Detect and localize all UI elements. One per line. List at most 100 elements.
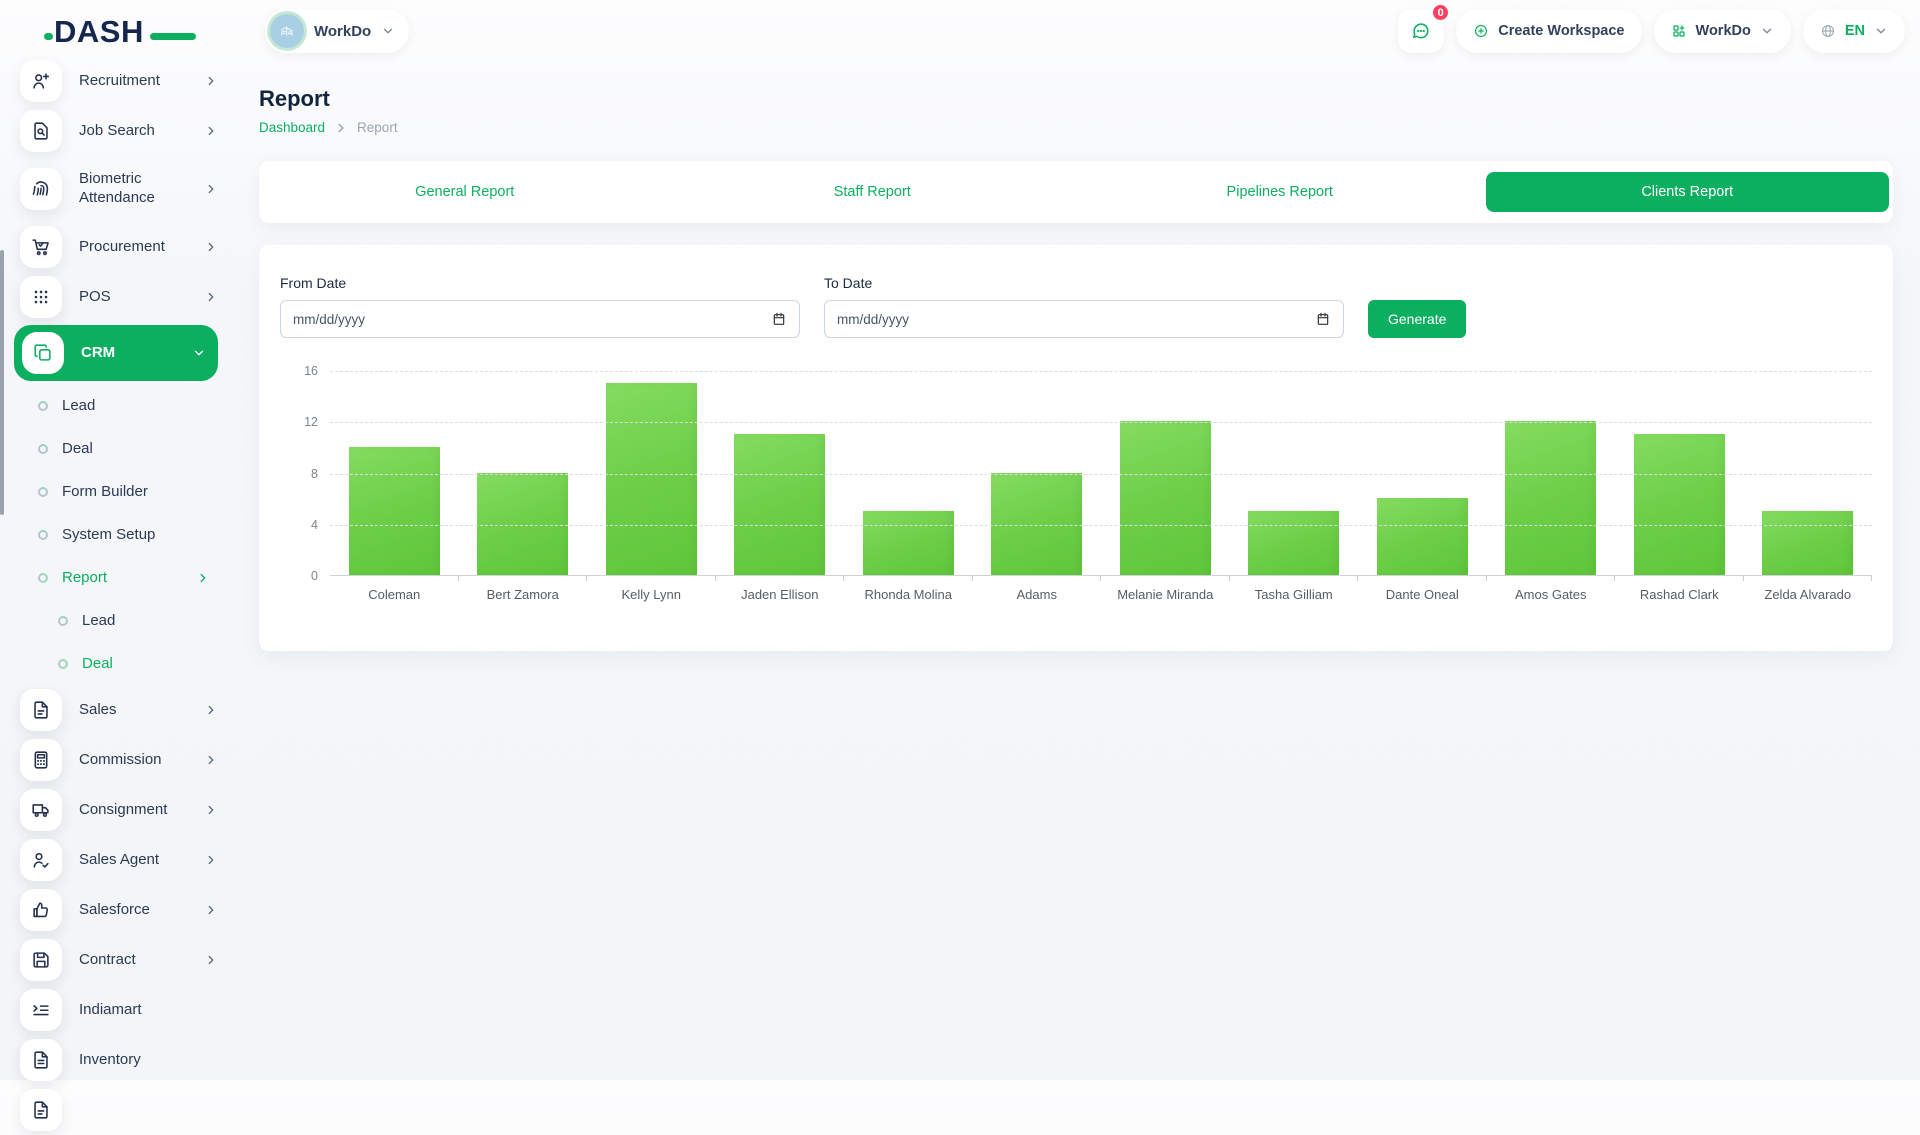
apps-menu-button[interactable]: WorkDo: [1654, 9, 1791, 53]
calendar-icon[interactable]: [1315, 311, 1331, 327]
chevron-right-icon: [196, 571, 210, 585]
sidebar-item-label: Biometric Attendance: [79, 170, 187, 208]
bar-kelly-lynn[interactable]: [606, 383, 697, 575]
sidebar-item-indiamart[interactable]: Indiamart: [0, 985, 232, 1035]
bullet-icon: [38, 573, 48, 583]
bar-rashad-clark[interactable]: [1634, 434, 1725, 575]
to-date-placeholder: mm/dd/yyyy: [837, 312, 909, 327]
from-date-input[interactable]: mm/dd/yyyy: [280, 300, 800, 338]
chevron-down-icon: [1760, 24, 1774, 38]
create-workspace-button[interactable]: Create Workspace: [1456, 9, 1641, 53]
bar-amos-gates[interactable]: [1505, 421, 1596, 575]
inventory-icon: [20, 1039, 62, 1081]
sidebar-item-procurement[interactable]: Procurement: [0, 222, 232, 272]
sidebar-item-salesforce[interactable]: Salesforce: [0, 885, 232, 935]
salesforce-icon: [20, 889, 62, 931]
sidebar-item-partial[interactable]: [0, 1085, 232, 1135]
breadcrumb-current: Report: [357, 120, 398, 135]
chevron-right-icon: [204, 74, 218, 88]
sidebar-item-sales[interactable]: Sales: [0, 685, 232, 735]
bullet-icon: [38, 444, 48, 454]
bullet-icon: [58, 659, 68, 669]
bar-tasha-gilliam[interactable]: [1248, 511, 1339, 575]
to-date-input[interactable]: mm/dd/yyyy: [824, 300, 1344, 338]
bar-melanie-miranda[interactable]: [1120, 421, 1211, 575]
breadcrumb-dashboard-link[interactable]: Dashboard: [259, 120, 325, 135]
sidebar-subitem-system-setup[interactable]: System Setup: [0, 513, 232, 556]
tab-staff-report[interactable]: Staff Report: [671, 172, 1075, 212]
bar-dante-oneal[interactable]: [1377, 498, 1468, 575]
sidebar-item-pos[interactable]: POS: [0, 272, 232, 322]
indiamart-icon: [20, 989, 62, 1031]
biometric-icon: [20, 168, 62, 210]
workspace-switcher[interactable]: WorkDo: [265, 9, 409, 53]
sidebar-subitem-deal[interactable]: Deal: [0, 427, 232, 470]
report-panel: From Date mm/dd/yyyy To Date mm/dd/yyyy: [259, 245, 1893, 651]
language-code: EN: [1845, 23, 1865, 39]
generate-button[interactable]: Generate: [1368, 300, 1466, 338]
gridline-y-16: [330, 371, 1872, 372]
consignment-icon: [20, 789, 62, 831]
app-logo[interactable]: DASH: [54, 14, 184, 54]
sidebar-item-biometric-attendance[interactable]: Biometric Attendance: [0, 156, 232, 222]
bar-jaden-ellison[interactable]: [734, 434, 825, 575]
bar-rhonda-molina[interactable]: [863, 511, 954, 575]
commission-icon: [20, 739, 62, 781]
sidebar-item-label: Salesforce: [79, 901, 187, 920]
sidebar-nav: Recruitment Job Search Biometric Attenda…: [0, 56, 232, 1135]
chevron-down-icon: [381, 24, 395, 38]
sidebar-subitem-label: Deal: [82, 655, 232, 672]
chevron-right-icon: [204, 182, 218, 196]
sidebar-item-sales-agent[interactable]: Sales Agent: [0, 835, 232, 885]
language-selector[interactable]: EN: [1803, 9, 1905, 53]
bar-zelda-alvarado[interactable]: [1762, 511, 1853, 575]
sidebar-item-recruitment[interactable]: Recruitment: [0, 56, 232, 106]
sidebar-item-label: Indiamart: [79, 1001, 218, 1020]
procurement-icon: [20, 226, 62, 268]
sidebar-subitem-report[interactable]: Report: [0, 556, 232, 599]
y-tick-label: 12: [280, 415, 318, 429]
logo-accent-dot: [44, 33, 53, 40]
y-tick-label: 4: [280, 518, 318, 532]
chevron-right-icon: [204, 953, 218, 967]
sidebar-item-inventory[interactable]: Inventory: [0, 1035, 232, 1085]
gridline-y-4: [330, 525, 1872, 526]
sidebar-item-label: Sales Agent: [79, 851, 187, 870]
calendar-icon[interactable]: [771, 311, 787, 327]
sidebar-subitem-lead[interactable]: Lead: [0, 384, 232, 427]
sidebar-subitem-deal[interactable]: Deal: [0, 642, 232, 685]
sidebar-item-commission[interactable]: Commission: [0, 735, 232, 785]
chevron-right-icon: [204, 853, 218, 867]
sidebar-item-label: Consignment: [79, 801, 187, 820]
chevron-right-icon: [204, 753, 218, 767]
chevron-right-icon: [334, 121, 348, 135]
tab-pipelines-report[interactable]: Pipelines Report: [1078, 172, 1482, 212]
plus-circle-icon: [1473, 23, 1489, 39]
recruitment-icon: [20, 60, 62, 102]
globe-icon: [1820, 23, 1836, 39]
sidebar-scrollbar[interactable]: [0, 250, 4, 515]
bar-bert-zamora[interactable]: [477, 473, 568, 576]
sidebar-item-contract[interactable]: Contract: [0, 935, 232, 985]
breadcrumb: Dashboard Report: [259, 120, 1893, 135]
tab-general-report[interactable]: General Report: [263, 172, 667, 212]
chevron-down-icon: [192, 346, 206, 360]
sidebar-item-job-search[interactable]: Job Search: [0, 106, 232, 156]
topbar-actions: 0 Create Workspace WorkDo EN: [1398, 9, 1905, 53]
tab-clients-report[interactable]: Clients Report: [1486, 172, 1890, 212]
sidebar-item-label: Commission: [79, 751, 187, 770]
sidebar-subitem-form-builder[interactable]: Form Builder: [0, 470, 232, 513]
sidebar-item-consignment[interactable]: Consignment: [0, 785, 232, 835]
main-content: Report Dashboard Report General ReportSt…: [259, 62, 1893, 651]
y-tick-label: 8: [280, 467, 318, 481]
bullet-icon: [38, 401, 48, 411]
bar-adams[interactable]: [991, 473, 1082, 576]
messages-button[interactable]: 0: [1398, 9, 1444, 53]
bullet-icon: [38, 530, 48, 540]
job-search-icon: [20, 110, 62, 152]
page-title: Report: [259, 86, 1893, 112]
bullet-icon: [38, 487, 48, 497]
sidebar-subitem-lead[interactable]: Lead: [0, 599, 232, 642]
sidebar-item-crm[interactable]: CRM: [14, 325, 218, 381]
bar-coleman[interactable]: [349, 447, 440, 575]
